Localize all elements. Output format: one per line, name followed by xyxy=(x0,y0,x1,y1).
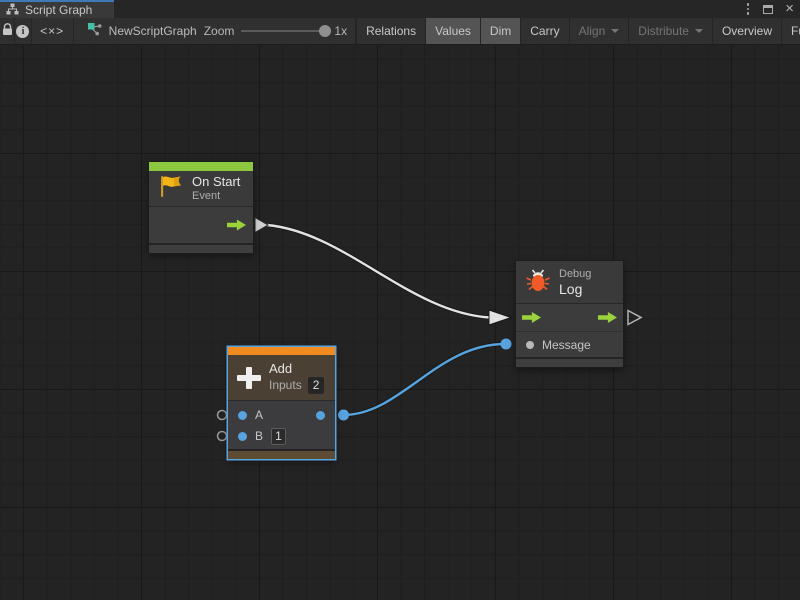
node-accent-bar xyxy=(228,347,335,355)
lock-button[interactable] xyxy=(0,18,15,44)
node-on-start[interactable]: On Start Event xyxy=(149,162,253,253)
port-label-message: Message xyxy=(542,338,591,352)
flow-start-connector[interactable] xyxy=(255,218,268,233)
flag-icon xyxy=(158,174,184,204)
value-input-port-b[interactable] xyxy=(238,432,247,441)
graph-asset-icon xyxy=(88,23,102,39)
tab-script-graph[interactable]: Script Graph xyxy=(0,0,114,18)
zoom-label: Zoom xyxy=(204,24,235,38)
chevron-down-icon xyxy=(611,29,619,33)
plus-icon xyxy=(237,367,261,389)
tab-title: Script Graph xyxy=(25,3,92,17)
distribute-dropdown[interactable]: Distribute xyxy=(628,18,712,44)
message-input-port[interactable] xyxy=(526,341,534,349)
carry-button[interactable]: Carry xyxy=(520,18,568,44)
value-output-port[interactable] xyxy=(316,411,325,420)
node-group-label: Debug xyxy=(559,268,591,281)
code-view-button[interactable]: <×> xyxy=(32,18,74,44)
zoom-value: 1x xyxy=(334,24,347,38)
node-debug-log[interactable]: Debug Log Message xyxy=(516,261,623,367)
align-label: Align xyxy=(579,24,606,38)
maximize-icon[interactable] xyxy=(763,5,773,14)
flow-wire[interactable] xyxy=(267,225,490,318)
node-accent-bar xyxy=(149,162,253,171)
node-title: Log xyxy=(559,281,591,297)
window-controls: × xyxy=(745,0,794,18)
flow-continue-connector[interactable] xyxy=(628,311,641,325)
chevron-down-icon xyxy=(695,29,703,33)
node-footer xyxy=(516,357,623,367)
flow-output-port-icon[interactable] xyxy=(227,220,246,231)
node-title: On Start xyxy=(192,174,240,190)
distribute-label: Distribute xyxy=(638,24,689,38)
inputs-count-field[interactable]: 2 xyxy=(308,377,325,394)
graph-tab-icon xyxy=(6,3,19,18)
relations-button[interactable]: Relations xyxy=(356,18,425,44)
fullscreen-button[interactable]: Full Screen xyxy=(781,18,800,44)
unconnected-port-a-icon[interactable] xyxy=(218,411,227,420)
value-wire[interactable] xyxy=(344,344,506,415)
node-footer xyxy=(149,243,253,253)
lock-icon xyxy=(2,23,13,39)
port-b-value-field[interactable]: 1 xyxy=(271,428,286,445)
port-label-b: B xyxy=(255,429,263,443)
node-title: Add xyxy=(269,361,324,377)
align-dropdown[interactable]: Align xyxy=(569,18,629,44)
zoom-slider[interactable] xyxy=(241,30,327,32)
graph-canvas[interactable]: On Start Event Add Inputs 2 xyxy=(0,46,800,600)
node-body: A B 1 xyxy=(228,401,335,449)
value-input-port-a[interactable] xyxy=(238,411,247,420)
window-titlebar: Script Graph × xyxy=(0,0,800,18)
close-icon[interactable]: × xyxy=(785,3,794,15)
bug-icon xyxy=(525,267,551,298)
zoom-slider-handle[interactable] xyxy=(319,25,331,37)
graph-name[interactable]: NewScriptGraph xyxy=(109,24,197,38)
node-subtitle: Event xyxy=(192,190,240,203)
node-add[interactable]: Add Inputs 2 A B 1 xyxy=(228,347,335,459)
info-button[interactable]: i xyxy=(15,18,31,44)
port-label-a: A xyxy=(255,408,263,422)
flow-output-port-icon[interactable] xyxy=(598,312,617,323)
info-icon: i xyxy=(16,25,29,38)
graph-breadcrumb: NewScriptGraph Zoom 1x xyxy=(74,18,356,44)
values-button[interactable]: Values xyxy=(425,18,480,44)
value-wire-end-dot[interactable] xyxy=(501,339,512,350)
unconnected-port-b-icon[interactable] xyxy=(218,432,227,441)
kebab-menu-icon[interactable] xyxy=(745,1,752,17)
script-graph-window: Script Graph × i <×> xyxy=(0,0,800,600)
flow-input-port-icon[interactable] xyxy=(522,312,541,323)
inputs-label: Inputs xyxy=(269,379,302,392)
value-wire-start-dot[interactable] xyxy=(338,410,349,421)
node-footer xyxy=(228,449,335,459)
flow-wire-arrowhead xyxy=(489,310,511,325)
overview-button[interactable]: Overview xyxy=(712,18,781,44)
zoom-control: Zoom 1x xyxy=(204,24,347,38)
wires-layer xyxy=(0,46,800,600)
graph-toolbar: i <×> NewScriptGraph Zoom 1x xyxy=(0,18,800,45)
code-icon: <×> xyxy=(40,24,64,38)
dim-button[interactable]: Dim xyxy=(480,18,520,44)
